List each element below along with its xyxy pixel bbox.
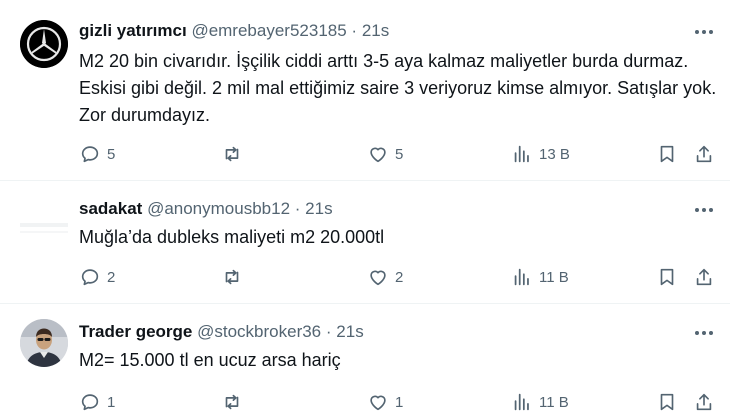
reply-icon	[81, 394, 99, 411]
bookmark-icon	[660, 145, 674, 163]
repost-button[interactable]	[221, 265, 249, 289]
like-button[interactable]: 1	[367, 390, 403, 414]
bookmark-button[interactable]	[656, 142, 678, 166]
separator: ·	[325, 322, 332, 341]
like-count: 1	[395, 393, 404, 411]
like-count: 2	[395, 268, 404, 286]
view-count: 11 B	[539, 393, 569, 411]
tweet-text: M2 20 bin civarıdır. İşçilik ciddi arttı…	[79, 51, 717, 125]
reply-count: 2	[107, 268, 116, 286]
person-photo-icon	[20, 319, 68, 367]
tweet-actions: 1 1 11 B	[0, 390, 730, 414]
display-name[interactable]: Trader george	[79, 322, 192, 341]
more-dot-icon	[695, 208, 699, 212]
more-dot-icon	[709, 30, 713, 34]
more-dot-icon	[709, 208, 713, 212]
tweet-text: M2= 15.000 tl en ucuz arsa hariç	[79, 350, 341, 370]
tweet-header: Trader george @stockbroker36 · 21s	[79, 321, 364, 343]
share-icon	[696, 145, 712, 163]
share-button[interactable]	[693, 142, 715, 166]
user-handle[interactable]: @anonymousbb12	[147, 199, 290, 218]
reply-button[interactable]: 1	[79, 390, 115, 414]
bookmark-icon	[660, 268, 674, 286]
timestamp[interactable]: 21s	[336, 322, 363, 341]
tweet[interactable]: Trader george @stockbroker36 · 21s M2= 1…	[0, 304, 730, 420]
more-dot-icon	[702, 331, 706, 335]
tweet-actions: 2 2 11 B	[0, 265, 730, 289]
tweet[interactable]: gizli yatırımcı @emrebayer523185 · 21s M…	[0, 0, 730, 180]
separator: ·	[294, 199, 301, 218]
more-dot-icon	[709, 331, 713, 335]
bookmark-button[interactable]	[656, 390, 678, 414]
tweet[interactable]: sadakat @anonymousbb12 · 21s Muğla’da du…	[0, 181, 730, 303]
share-button[interactable]	[693, 265, 715, 289]
views-button[interactable]: 11 B	[511, 390, 569, 414]
reply-count: 1	[107, 393, 116, 411]
mercedes-logo-icon	[20, 20, 68, 68]
reply-count: 5	[107, 145, 116, 163]
more-dot-icon	[702, 208, 706, 212]
analytics-icon	[514, 145, 529, 163]
timestamp[interactable]: 21s	[362, 21, 389, 40]
bookmark-icon	[660, 393, 674, 411]
display-name[interactable]: sadakat	[79, 199, 142, 218]
analytics-icon	[514, 393, 529, 411]
repost-icon	[225, 394, 239, 410]
like-count: 5	[395, 145, 404, 163]
display-name[interactable]: gizli yatırımcı	[79, 21, 187, 40]
user-handle[interactable]: @stockbroker36	[197, 322, 321, 341]
views-button[interactable]: 13 B	[511, 142, 570, 166]
reply-icon	[81, 146, 99, 163]
more-dot-icon	[695, 331, 699, 335]
more-options-button[interactable]	[692, 21, 716, 43]
view-count: 13 B	[539, 145, 570, 163]
repost-button[interactable]	[221, 390, 249, 414]
repost-icon	[225, 269, 239, 285]
heart-icon	[370, 395, 386, 411]
reply-button[interactable]: 2	[79, 265, 115, 289]
views-button[interactable]: 11 B	[511, 265, 569, 289]
share-icon	[696, 268, 712, 286]
view-count: 11 B	[539, 268, 569, 286]
user-handle[interactable]: @emrebayer523185	[191, 21, 346, 40]
analytics-icon	[514, 268, 529, 286]
heart-icon	[370, 147, 386, 163]
avatar[interactable]	[20, 319, 68, 367]
share-button[interactable]	[693, 390, 715, 414]
separator: ·	[351, 21, 358, 40]
tweet-actions: 5 5 13 B	[0, 142, 730, 166]
more-dot-icon	[695, 30, 699, 34]
repost-button[interactable]	[221, 142, 249, 166]
timestamp[interactable]: 21s	[305, 199, 332, 218]
avatar[interactable]	[20, 201, 68, 249]
like-button[interactable]: 5	[367, 142, 403, 166]
tweet-header: gizli yatırımcı @emrebayer523185 · 21s	[79, 20, 389, 42]
tweet-header: sadakat @anonymousbb12 · 21s	[79, 198, 333, 220]
more-options-button[interactable]	[692, 322, 716, 344]
repost-icon	[225, 146, 239, 162]
more-options-button[interactable]	[692, 199, 716, 221]
avatar[interactable]	[20, 20, 68, 68]
reply-icon	[81, 269, 99, 286]
blank-avatar-icon	[20, 223, 68, 233]
more-dot-icon	[702, 30, 706, 34]
like-button[interactable]: 2	[367, 265, 403, 289]
heart-icon	[370, 270, 386, 286]
tweet-text: Muğla’da dubleks maliyeti m2 20.000tl	[79, 227, 385, 247]
reply-button[interactable]: 5	[79, 142, 115, 166]
bookmark-button[interactable]	[656, 265, 678, 289]
share-icon	[696, 393, 712, 411]
